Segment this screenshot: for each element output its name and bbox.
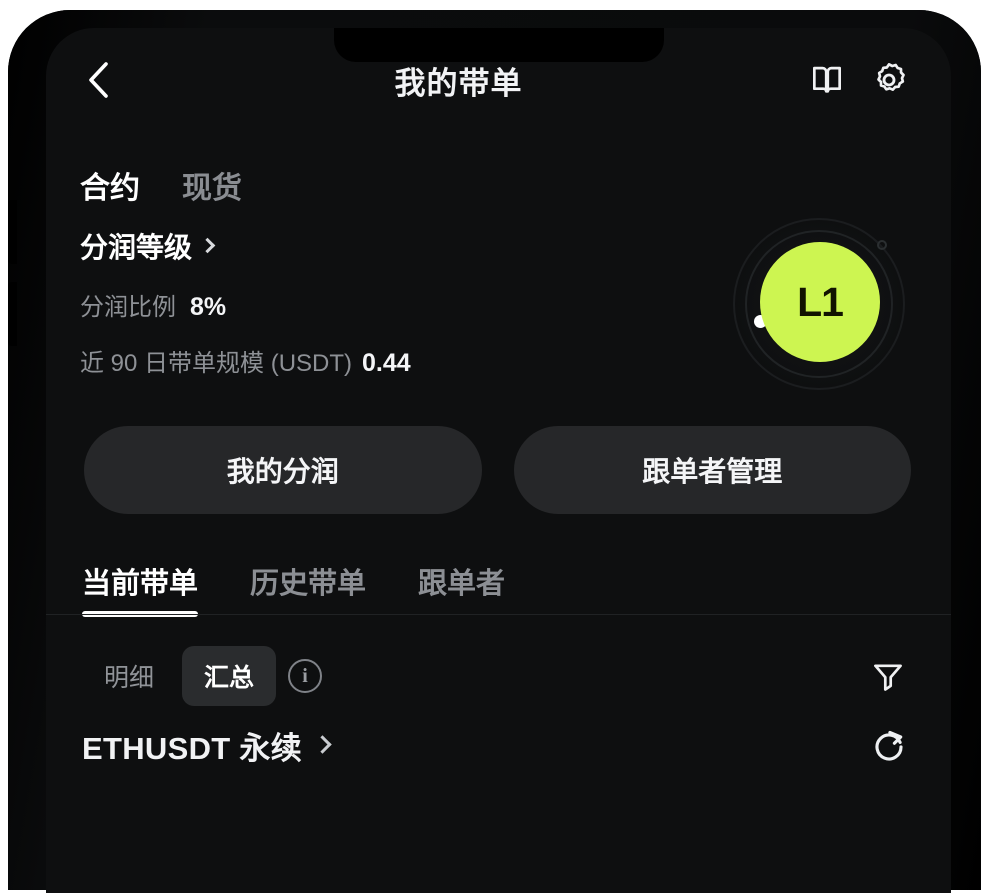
view-mode-summary[interactable]: 汇总 (182, 646, 277, 706)
view-filter-row: 明细 汇总 i (46, 617, 951, 713)
level-badge: L1 (733, 218, 905, 390)
screen-notch (333, 28, 664, 62)
book-icon (812, 66, 842, 93)
tab-followers[interactable]: 跟单者 (418, 570, 505, 617)
funnel-filter-icon (874, 664, 902, 691)
settings-button[interactable] (865, 56, 913, 104)
symbol-label: ETHUSDT 永续 (82, 731, 302, 766)
gear-icon (877, 62, 905, 91)
badge-marker-dot (877, 240, 887, 250)
chevron-right-icon (199, 237, 216, 253)
phone-screen: 我的带单 合约 现货 分润等级 分润比例 8% 近 90 日带单规模 (USDT… (46, 28, 951, 893)
tab-current-orders[interactable]: 当前带单 (82, 570, 199, 617)
action-button-group: 我的分润 跟单者管理 (46, 414, 951, 514)
chevron-left-icon (89, 62, 108, 98)
share-ratio-label: 分润比例 (80, 294, 176, 321)
view-mode-detail[interactable]: 明细 (82, 646, 176, 706)
book-button[interactable] (803, 56, 851, 104)
order-section-tabs: 当前带单 历史带单 跟单者 (46, 514, 951, 617)
phone-device-frame: 我的带单 合约 现货 分润等级 分润比例 8% 近 90 日带单规模 (USDT… (8, 10, 981, 893)
market-tab-futures[interactable]: 合约 (80, 174, 140, 204)
chevron-right-icon (313, 735, 332, 754)
my-profit-button[interactable]: 我的分润 (84, 426, 482, 514)
tabs-divider (46, 614, 951, 615)
refresh-icon (875, 730, 903, 760)
back-button[interactable] (76, 58, 120, 102)
profit-level-title: 分润等级 (80, 232, 193, 263)
page-title: 我的带单 (394, 65, 523, 101)
position-symbol-row: ETHUSDT 永续 (46, 713, 951, 768)
follower-management-button[interactable]: 跟单者管理 (513, 426, 911, 514)
refresh-button[interactable] (867, 724, 911, 768)
market-tab-spot[interactable]: 现货 (182, 174, 242, 204)
trading-scale-value: 0.44 (362, 349, 411, 377)
market-type-tabs: 合约 现货 (46, 132, 951, 204)
trading-scale-label: 近 90 日带单规模 (USDT) (80, 350, 353, 377)
volume-down-button[interactable] (8, 282, 17, 346)
view-mode-toggle: 明细 汇总 (82, 646, 277, 706)
share-ratio-value: 8% (190, 293, 227, 321)
tab-history-orders[interactable]: 历史带单 (250, 570, 366, 617)
info-circle-icon[interactable]: i (288, 659, 323, 693)
badge-circle: L1 (760, 242, 880, 362)
profit-level-card: 分润等级 分润比例 8% 近 90 日带单规模 (USDT) 0.44 L1 (46, 204, 951, 414)
badge-level-label: L1 (797, 278, 844, 325)
volume-up-button[interactable] (8, 200, 17, 264)
filter-button[interactable] (865, 653, 911, 699)
symbol-link[interactable]: ETHUSDT 永续 (82, 723, 332, 768)
